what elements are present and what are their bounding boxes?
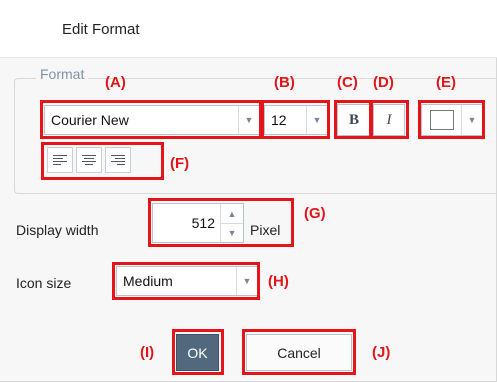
callout-box-c: [334, 100, 372, 139]
callout-box-b: [261, 100, 330, 139]
dialog-title: Edit Format: [62, 21, 140, 38]
callout-i: (I): [140, 344, 155, 361]
callout-d: (D): [373, 74, 394, 91]
callout-box-j: [242, 329, 356, 375]
callout-a: (A): [105, 74, 126, 91]
edit-format-dialog: Edit Format Format (A) Courier New ▼ (B)…: [0, 0, 497, 382]
callout-box-d: [370, 100, 409, 139]
callout-box-e: [418, 100, 485, 139]
callout-e: (E): [436, 74, 456, 91]
callout-box-a: [40, 100, 262, 139]
display-width-label: Display width: [16, 222, 99, 238]
callout-b: (B): [274, 74, 295, 91]
callout-box-h: [112, 262, 260, 300]
callout-c: (C): [337, 74, 358, 91]
callout-h: (H): [268, 273, 289, 290]
callout-j: (J): [372, 344, 391, 361]
callout-box-g: [148, 198, 294, 247]
icon-size-label: Icon size: [16, 275, 72, 291]
callout-box-f: [41, 142, 164, 180]
callout-box-i: [172, 329, 224, 375]
dialog-titlebar: Edit Format: [0, 0, 497, 58]
format-legend: Format: [36, 66, 89, 82]
callout-f: (F): [170, 155, 190, 172]
callout-g: (G): [304, 205, 326, 222]
